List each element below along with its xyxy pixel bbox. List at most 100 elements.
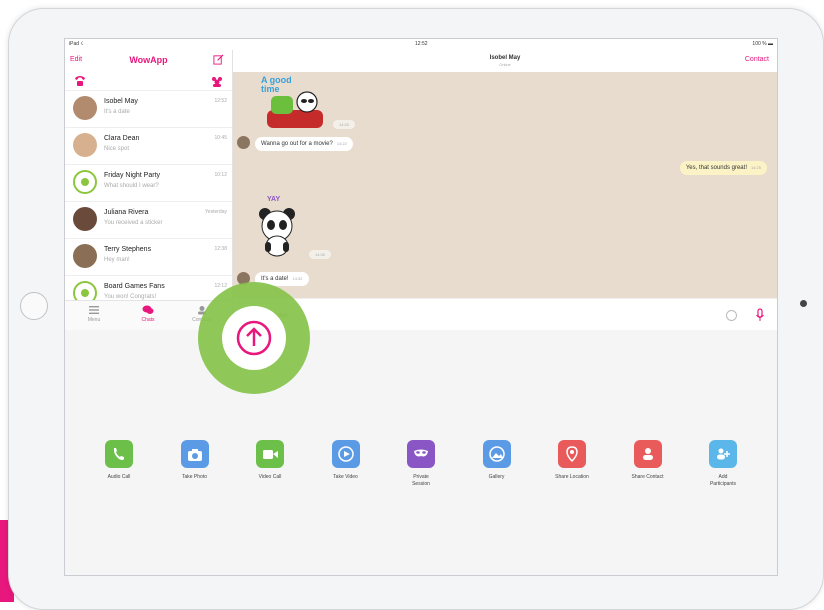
action-label: Gallery (488, 474, 505, 480)
action-add-participants-button[interactable]: Add Participants (693, 440, 753, 488)
app-title: WowApp (129, 55, 168, 65)
action-label: Take Photo (181, 474, 208, 480)
add-participants-icon (709, 440, 737, 468)
attachment-actions-panel: Audio Call Take Photo Video Call Take Video… (65, 330, 777, 575)
chat-list-item[interactable]: Friday Night Party What should I wear? 10:… (65, 164, 232, 202)
avatar (73, 244, 97, 268)
action-phone-button[interactable]: Audio Call (89, 440, 149, 481)
conversation-status: Online (499, 62, 511, 67)
message-text: Wanna go out for a movie? (261, 141, 333, 147)
avatar (73, 133, 97, 157)
chat-name: Board Games Fans (104, 283, 165, 290)
action-contact-button[interactable]: Share Contact (618, 440, 678, 481)
action-label: Take Video (333, 474, 358, 480)
chat-time: 12:52 (214, 98, 227, 104)
microphone-icon[interactable] (755, 308, 765, 322)
camera-dot (800, 300, 807, 307)
upload-arrow-icon (236, 320, 272, 356)
battery: 100 % ▬ (752, 41, 773, 47)
tab-chats[interactable]: Chats (133, 305, 163, 323)
group-icon[interactable] (210, 74, 224, 88)
chat-list-item[interactable]: Isobel May It's a date 12:52 (65, 90, 232, 128)
chat-name: Clara Dean (104, 135, 140, 142)
phone-icon (105, 440, 133, 468)
phone-icon[interactable] (73, 74, 87, 88)
location-icon (558, 440, 586, 468)
chat-preview: Hey man! (104, 257, 130, 263)
message-text: Yes, that sounds great! (685, 165, 747, 171)
tab-menu-label: Menu (87, 317, 101, 323)
chat-list-item[interactable]: Terry Stephens Hey man! 12:38 (65, 238, 232, 276)
chat-list-item[interactable]: Juliana Rivera You received a sticker Yest… (65, 201, 232, 239)
message-composer (233, 298, 777, 331)
sidebar-header: Edit WowApp (65, 50, 232, 72)
message-input[interactable] (273, 307, 717, 325)
message-text: It's a date! (261, 276, 289, 282)
action-label: Share Contact (631, 474, 664, 480)
tab-chats-label: Chats (141, 317, 155, 323)
chat-preview: You received a sticker (104, 220, 163, 226)
message-time: 14:22 (336, 141, 347, 146)
menu-icon (89, 306, 99, 314)
avatar (73, 207, 97, 231)
app-screen: iPad ☇ 12:52 100 % ▬ Edit WowApp Isobel … (64, 38, 778, 576)
chat-time: 12:12 (214, 283, 227, 289)
clock: 12:52 (415, 41, 428, 47)
chat-preview: Nice spot (104, 146, 130, 152)
chat-preview: It's a date (104, 109, 130, 115)
action-camera-button[interactable]: Take Photo (165, 440, 225, 481)
time-stamp: 14:20 (333, 120, 356, 129)
status-bar: iPad ☇ 12:52 100 % ▬ (65, 39, 777, 50)
time-stamp: 14:30 (309, 250, 332, 259)
gallery-icon (482, 440, 511, 468)
chat-time: 10:45 (214, 135, 227, 141)
avatar (237, 136, 250, 149)
chat-name: Friday Night Party (104, 172, 161, 179)
panda-graphic (259, 208, 295, 257)
group-avatar (73, 170, 97, 194)
chat-name: Juliana Rivera (104, 209, 149, 216)
chat-time: 10:12 (214, 172, 227, 178)
contact-icon (633, 440, 662, 468)
avatar (73, 96, 97, 120)
incoming-message: Wanna go out for a movie? 14:22 (255, 137, 353, 151)
camera-icon (180, 440, 209, 468)
action-label: Video Call (258, 474, 282, 480)
sidebar-quick-actions (65, 72, 232, 91)
contact-button[interactable]: Contact (745, 56, 769, 63)
chat-bubble-icon (142, 305, 154, 314)
action-video-button[interactable]: Video Call (240, 440, 300, 481)
panda-sticker[interactable]: YAY (253, 196, 301, 260)
action-gallery-button[interactable]: Gallery (467, 440, 527, 481)
action-label: Audio Call (107, 474, 131, 480)
mask-icon (407, 440, 435, 468)
chat-name: Terry Stephens (104, 246, 152, 253)
action-mask-button[interactable]: Private Session (391, 440, 451, 488)
video-icon (256, 440, 284, 468)
chat-preview: What should I wear? (104, 183, 159, 189)
outgoing-message: Yes, that sounds great! 14:25 (679, 161, 767, 175)
upload-button[interactable] (222, 306, 286, 370)
message-time: 14:32 (292, 276, 303, 281)
action-label: Private Session (412, 474, 430, 487)
chat-time: Yesterday (204, 209, 227, 215)
conversation-title: Isobel May (489, 55, 521, 61)
tab-menu[interactable]: Menu (79, 305, 109, 323)
chat-time: 12:38 (214, 246, 227, 252)
good-time-sticker[interactable]: A good time (261, 76, 331, 134)
action-location-button[interactable]: Share Location (542, 440, 602, 481)
action-play-button[interactable]: Take Video (316, 440, 376, 481)
play-icon (331, 440, 360, 468)
carrier: iPad ☇ (69, 41, 84, 47)
chat-list-item[interactable]: Clara Dean Nice spot 10:45 (65, 127, 232, 165)
home-button[interactable] (20, 292, 48, 320)
conversation-header: Isobel May Online Contact (233, 50, 777, 72)
action-label: Share Location (555, 474, 589, 480)
compose-icon[interactable] (213, 54, 224, 65)
action-label: Add Participants (709, 474, 737, 487)
emoji-icon[interactable] (726, 310, 737, 321)
message-time: 14:25 (750, 165, 761, 170)
conversation-pane: Isobel May Online Contact A good time 14… (233, 50, 777, 331)
sticker-caption: YAY (267, 196, 281, 203)
chat-name: Isobel May (104, 98, 138, 105)
